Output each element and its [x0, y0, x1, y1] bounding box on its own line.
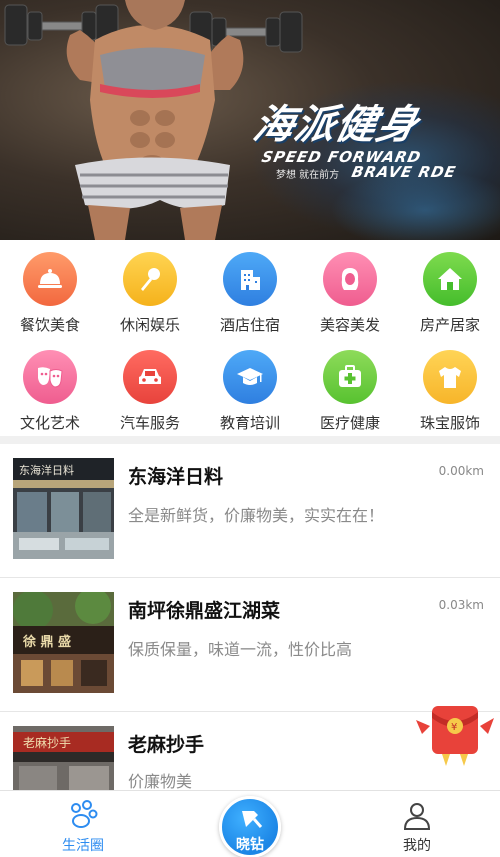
category-label: 教育培训: [219, 414, 280, 432]
store-name: 老麻抄手: [128, 734, 205, 756]
store-description: 全是新鲜货，价廉物美，实实在在！: [128, 506, 385, 525]
tab-life-circle[interactable]: 生活圈: [50, 791, 116, 857]
medical-kit-icon: [323, 350, 377, 404]
store-photo: 徐 鼎 盛: [13, 592, 114, 693]
category-leisure[interactable]: 休闲娱乐: [100, 240, 200, 336]
store-distance: 0.00km: [438, 464, 484, 478]
category-label: 酒店住宿: [219, 316, 280, 334]
store-photo: 东海洋日料: [13, 458, 114, 559]
category-label: 珠宝服饰: [419, 414, 480, 432]
list-item[interactable]: 徐 鼎 盛 南坪徐鼎盛江湖菜 0.03km 保质保量，味道一流，性价比高: [0, 578, 500, 712]
graduation-cap-icon: [223, 350, 277, 404]
center-action-button[interactable]: 晓钻: [219, 796, 281, 857]
store-sign-text: 东海洋日料: [19, 463, 74, 477]
tab-label: 我的: [403, 838, 431, 854]
category-beauty[interactable]: 美容美发: [300, 240, 400, 336]
store-photo: 老麻抄手: [13, 726, 114, 790]
house-icon: [423, 252, 477, 306]
tab-me[interactable]: 我的: [384, 791, 450, 857]
category-medical[interactable]: 医疗健康: [300, 338, 400, 434]
car-icon: [123, 350, 177, 404]
list-item[interactable]: 东海洋日料 东海洋日料 0.00km 全是新鲜货，价廉物美，实实在在！: [0, 444, 500, 578]
hero-banner[interactable]: 海派健身 SPEED FORWARD 梦想 就在前方 BRAVE RDE: [0, 0, 500, 240]
store-distance: 0.03km: [438, 598, 484, 612]
banner-slogan: 梦想 就在前方: [276, 170, 340, 181]
tab-label: 生活圈: [62, 838, 104, 854]
paw-icon: [71, 800, 98, 828]
store-description: 价廉物美: [128, 772, 193, 790]
category-dining[interactable]: 餐饮美食: [0, 240, 100, 336]
tshirt-icon: [423, 350, 477, 404]
category-label: 文化艺术: [19, 414, 80, 432]
category-realestate[interactable]: 房产居家: [400, 240, 500, 336]
theater-mask-icon: [23, 350, 77, 404]
store-sign-text: 老麻抄手: [23, 735, 71, 750]
category-jewelry[interactable]: 珠宝服饰: [400, 338, 500, 434]
category-label: 医疗健康: [319, 414, 380, 432]
building-icon: [223, 252, 277, 306]
banner-title: 海派健身: [249, 102, 424, 148]
category-label: 休闲娱乐: [119, 316, 180, 334]
red-envelope-icon[interactable]: ¥: [412, 700, 498, 772]
category-label: 美容美发: [319, 316, 380, 334]
user-icon: [403, 803, 431, 830]
category-label: 餐饮美食: [19, 316, 80, 334]
store-description: 保质保量，味道一流，性价比高: [128, 640, 353, 659]
store-sign-text: 徐 鼎 盛: [22, 634, 71, 650]
woman-hair-icon: [323, 252, 377, 306]
section-divider: [0, 436, 500, 444]
category-culture[interactable]: 文化艺术: [0, 338, 100, 434]
microphone-icon: [123, 252, 177, 306]
drill-icon: [242, 811, 263, 828]
banner-subtitle: BRAVE RDE: [350, 163, 458, 181]
category-auto[interactable]: 汽车服务: [100, 338, 200, 434]
category-education[interactable]: 教育培训: [200, 338, 300, 434]
dining-cloche-icon: [23, 252, 77, 306]
category-label: 汽车服务: [119, 414, 180, 432]
store-name: 南坪徐鼎盛江湖菜: [128, 600, 281, 622]
svg-text:¥: ¥: [451, 722, 457, 733]
fitness-model-illustration: [4, 0, 303, 240]
store-name: 东海洋日料: [128, 466, 224, 488]
center-button-label: 晓钻: [236, 837, 264, 853]
category-grid: 餐饮美食 休闲娱乐 酒店住宿 美容美发 房产居家 文化艺术 汽车服务 教育培训 …: [0, 240, 500, 436]
category-label: 房产居家: [419, 316, 480, 334]
category-hotel[interactable]: 酒店住宿: [200, 240, 300, 336]
